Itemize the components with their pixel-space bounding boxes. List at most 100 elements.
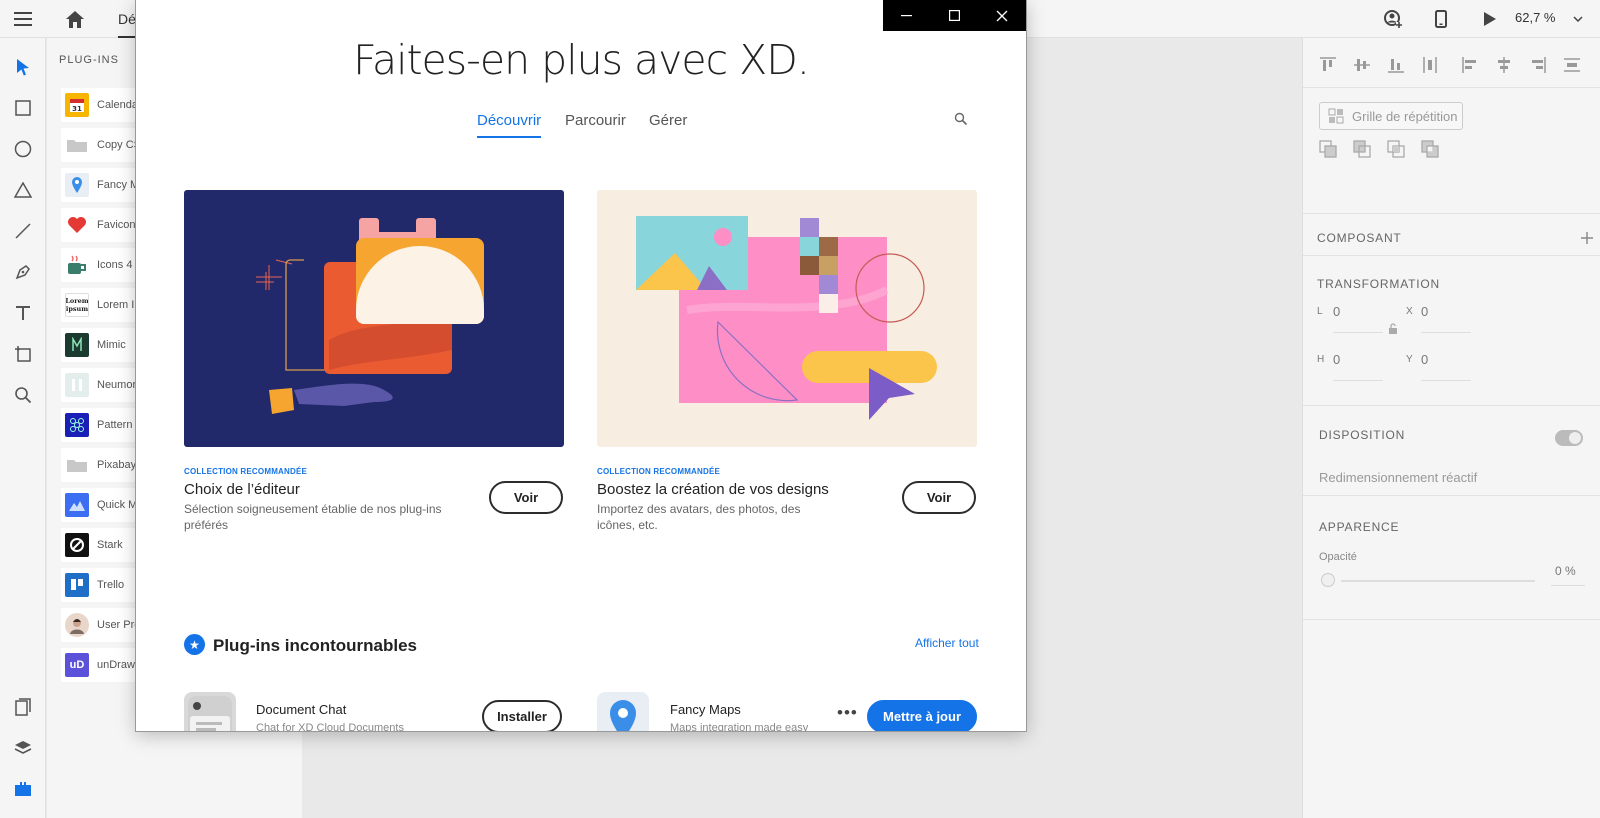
- plugin-item-lorem-ipsum[interactable]: Loremipsum Lorem Ipsum: [61, 288, 147, 322]
- zoom-tool-icon[interactable]: [8, 380, 38, 410]
- repeat-grid-label: Grille de répétition: [1352, 108, 1458, 124]
- align-toolbar: [1303, 38, 1600, 88]
- plugin-item-user-profile[interactable]: User Profile: [61, 608, 147, 642]
- zoom-select[interactable]: 62,7 %: [1515, 0, 1584, 34]
- tab-browse[interactable]: Parcourir: [565, 112, 626, 136]
- star-icon: ★: [184, 634, 205, 655]
- plugin-item-label: Pixabay: [97, 459, 137, 471]
- artboard-tool-icon[interactable]: [8, 339, 38, 369]
- distribute-vertical-icon[interactable]: [1421, 56, 1439, 74]
- share-user-icon[interactable]: [1378, 0, 1408, 38]
- plugin-item-favicon[interactable]: Favicon Generator: [61, 208, 147, 242]
- lock-aspect-icon[interactable]: [1388, 322, 1400, 336]
- line-tool-icon[interactable]: [8, 216, 38, 246]
- plugin-item-copy-css[interactable]: Copy CSS: [61, 128, 147, 162]
- boolean-subtract-icon[interactable]: [1353, 140, 1371, 158]
- pattern-icon: [65, 413, 89, 437]
- more-options-icon[interactable]: •••: [837, 703, 858, 723]
- plugin-item-label: Trello: [97, 579, 125, 591]
- tab-design[interactable]: Dé: [118, 0, 136, 38]
- avatar-icon: [65, 613, 89, 637]
- plugin-item-pattern[interactable]: Pattern Maker: [61, 408, 147, 442]
- maximize-icon[interactable]: [931, 0, 979, 31]
- install-button[interactable]: Installer: [482, 700, 562, 731]
- assets-panel-icon[interactable]: [8, 692, 38, 722]
- calendar-icon: 31: [65, 93, 89, 117]
- boost-designs-illustration[interactable]: [597, 190, 977, 447]
- plugins-panel-icon[interactable]: [8, 774, 38, 804]
- plugin-item-quick-mockup[interactable]: Quick Mockup: [61, 488, 147, 522]
- hamburger-menu-icon[interactable]: [8, 0, 38, 38]
- distribute-horizontal-icon[interactable]: [1563, 56, 1581, 74]
- search-icon[interactable]: [954, 112, 968, 131]
- y-label: Y: [1406, 354, 1413, 365]
- show-all-link[interactable]: Afficher tout: [915, 636, 979, 650]
- zoom-value: 62,7 %: [1515, 9, 1556, 25]
- mobile-preview-icon[interactable]: [1426, 0, 1456, 38]
- ellipse-tool-icon[interactable]: [8, 134, 38, 164]
- minimize-icon[interactable]: [883, 0, 931, 31]
- width-input[interactable]: 0: [1333, 304, 1340, 319]
- folder-icon: [65, 453, 89, 477]
- dialog-title: Faites-en plus avec XD.: [353, 36, 810, 84]
- align-center-icon[interactable]: [1495, 56, 1513, 74]
- svg-text:Lorem: Lorem: [66, 297, 88, 305]
- boolean-add-icon[interactable]: [1319, 140, 1337, 158]
- close-icon[interactable]: [978, 0, 1026, 31]
- plugin-item-mimic[interactable]: Mimic: [61, 328, 147, 362]
- appearance-heading: APPARENCE: [1319, 520, 1400, 534]
- boolean-intersect-icon[interactable]: [1387, 140, 1405, 158]
- align-middle-icon[interactable]: [1353, 56, 1371, 74]
- svg-text:31: 31: [72, 105, 82, 113]
- plugin-item-stark[interactable]: Stark: [61, 528, 147, 562]
- rectangle-tool-icon[interactable]: [8, 93, 38, 123]
- height-label: H: [1317, 354, 1325, 365]
- card-description: Sélection soigneusement établie de nos p…: [184, 502, 442, 532]
- align-right-icon[interactable]: [1529, 56, 1547, 74]
- plugin-item-pixabay[interactable]: Pixabay: [61, 448, 147, 482]
- plugin-item-icons4design[interactable]: Icons 4 Design: [61, 248, 147, 282]
- opacity-value[interactable]: 0 %: [1555, 564, 1576, 578]
- responsive-resize-toggle[interactable]: [1555, 430, 1583, 446]
- mug-icon: [65, 253, 89, 277]
- layers-panel-icon[interactable]: [8, 733, 38, 763]
- home-icon[interactable]: [60, 0, 90, 38]
- plugin-item-label: Calendar: [97, 99, 142, 111]
- plugin-item-calendar[interactable]: 31 Calendar: [61, 88, 147, 122]
- opacity-slider-thumb[interactable]: [1321, 573, 1335, 587]
- plugin-item-trello[interactable]: Trello: [61, 568, 147, 602]
- plugin-item-neumorphism[interactable]: Neumorphism: [61, 368, 147, 402]
- plugin-item-undraw[interactable]: uD unDraw: [61, 648, 147, 682]
- plugin-description: Maps integration made easy: [670, 722, 809, 731]
- view-collection-button[interactable]: Voir: [902, 481, 976, 514]
- play-preview-icon[interactable]: [1475, 0, 1505, 38]
- card-kicker: COLLECTION RECOMMANDÉE: [597, 467, 721, 476]
- y-input[interactable]: 0: [1421, 352, 1428, 367]
- select-tool-icon[interactable]: [8, 52, 38, 82]
- x-input[interactable]: 0: [1421, 304, 1428, 319]
- plugin-item-fancy-maps[interactable]: Fancy Maps: [61, 168, 147, 202]
- repeat-grid-button[interactable]: Grille de répétition: [1319, 102, 1463, 130]
- undraw-icon: uD: [65, 653, 89, 677]
- height-input[interactable]: 0: [1333, 352, 1340, 367]
- opacity-slider-track[interactable]: [1341, 580, 1535, 582]
- heart-icon: [65, 213, 89, 237]
- pen-tool-icon[interactable]: [8, 257, 38, 287]
- editors-choice-illustration[interactable]: [184, 190, 564, 447]
- tab-discover[interactable]: Découvrir: [477, 112, 542, 138]
- chevron-down-icon: [1573, 10, 1584, 25]
- folder-icon: [65, 133, 89, 157]
- stark-icon: [65, 533, 89, 557]
- align-left-icon[interactable]: [1461, 56, 1479, 74]
- add-component-icon[interactable]: [1581, 231, 1599, 249]
- text-tool-icon[interactable]: [8, 298, 38, 328]
- tool-rail: [0, 38, 46, 818]
- update-button[interactable]: Mettre à jour: [867, 700, 977, 731]
- view-collection-button[interactable]: Voir: [489, 481, 563, 514]
- align-top-icon[interactable]: [1319, 56, 1337, 74]
- tab-manage[interactable]: Gérer: [649, 112, 687, 136]
- boolean-exclude-icon[interactable]: [1421, 140, 1439, 158]
- align-bottom-icon[interactable]: [1387, 56, 1405, 74]
- polygon-tool-icon[interactable]: [8, 175, 38, 205]
- window-controls: [883, 0, 1026, 31]
